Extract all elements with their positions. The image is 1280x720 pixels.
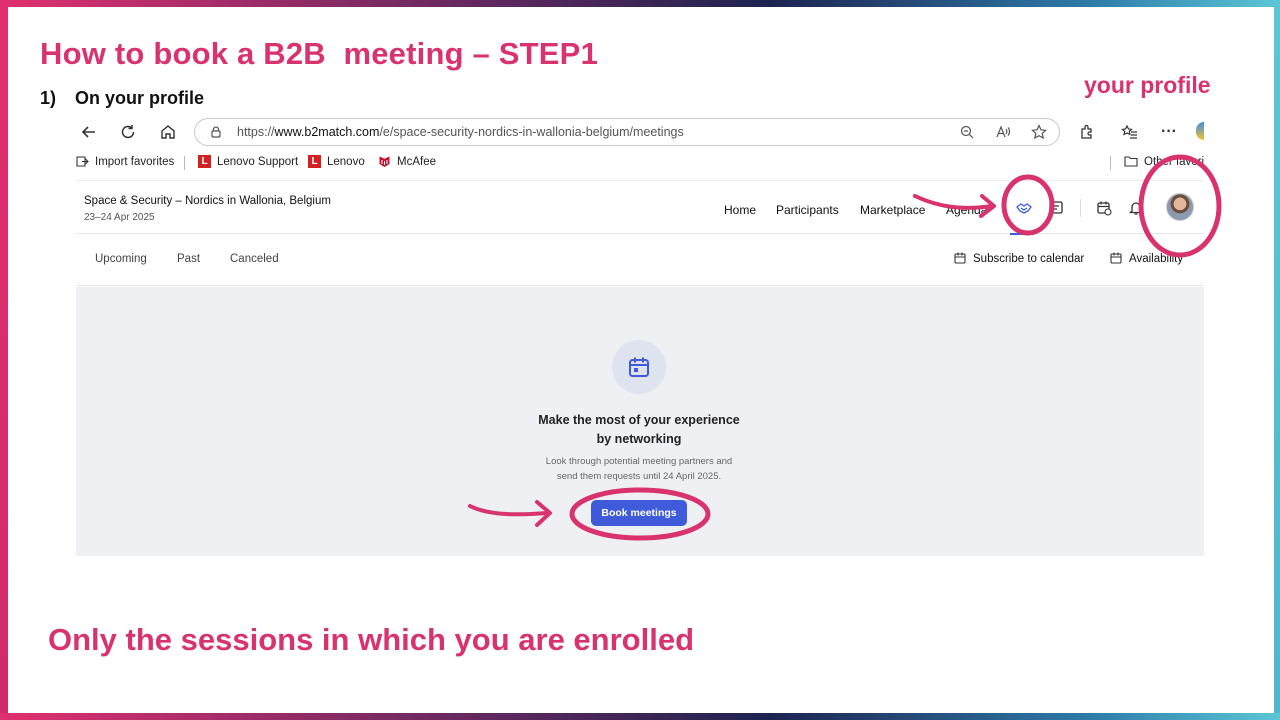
- folder-icon: [1124, 156, 1138, 167]
- slide-frame-left: [0, 0, 8, 720]
- collections-icon[interactable]: [1119, 121, 1141, 143]
- copilot-icon[interactable]: [1196, 122, 1204, 140]
- slide-frame-top: [0, 0, 1280, 7]
- favorite-star-icon[interactable]: [1031, 124, 1047, 145]
- import-icon: [76, 156, 89, 167]
- url-text[interactable]: https://www.b2match.com/e/space-security…: [237, 125, 684, 139]
- address-row: https://www.b2match.com/e/space-security…: [76, 116, 1204, 148]
- more-icon[interactable]: ···: [1158, 121, 1180, 143]
- extensions-icon[interactable]: [1076, 121, 1098, 143]
- meetings-handshake-icon[interactable]: [1014, 198, 1034, 218]
- tab-upcoming[interactable]: Upcoming: [95, 253, 147, 265]
- profile-callout: your profile: [1084, 72, 1211, 98]
- browser-screenshot: https://www.b2match.com/e/space-security…: [76, 116, 1204, 556]
- favorite-lenovo[interactable]: L Lenovo: [308, 155, 365, 168]
- empty-state-subtitle: Look through potential meeting partners …: [545, 456, 733, 482]
- nav-home[interactable]: Home: [724, 203, 756, 217]
- tab-canceled[interactable]: Canceled: [230, 253, 279, 265]
- calendar-icon: [1110, 252, 1122, 264]
- subscribe-to-calendar-link[interactable]: Subscribe to calendar: [954, 252, 1084, 265]
- nav-marketplace[interactable]: Marketplace: [860, 203, 925, 217]
- slide-title: How to book a B2B meeting – STEP1: [40, 36, 599, 71]
- calendar-sync-icon: [954, 252, 966, 264]
- home-icon[interactable]: [157, 121, 179, 143]
- step-heading: 1) On your profile: [40, 88, 204, 109]
- divider: [184, 156, 185, 170]
- back-icon[interactable]: [78, 121, 100, 143]
- divider: [1110, 156, 1111, 170]
- event-title[interactable]: Space & Security – Nordics in Wallonia, …: [84, 195, 331, 207]
- avatar[interactable]: [1166, 193, 1194, 221]
- favorite-import[interactable]: Import favorites: [76, 155, 174, 168]
- book-meetings-button[interactable]: Book meetings: [591, 500, 687, 526]
- refresh-icon[interactable]: [117, 121, 139, 143]
- read-aloud-icon[interactable]: [995, 124, 1011, 145]
- nav-participants[interactable]: Participants: [776, 203, 839, 217]
- calendar-clock-icon[interactable]: [1094, 198, 1114, 218]
- meetings-tabs-row: Upcoming Past Canceled Subscribe to cale…: [76, 234, 1204, 286]
- empty-state-panel: Make the most of your experience by netw…: [76, 287, 1204, 556]
- bottom-note: Only the sessions in which you are enrol…: [48, 622, 695, 657]
- messages-icon[interactable]: [1046, 198, 1066, 218]
- lock-icon[interactable]: [209, 125, 223, 144]
- step-number: 1): [40, 88, 57, 108]
- mcafee-icon: [379, 156, 390, 167]
- divider: [1080, 199, 1081, 217]
- slide-frame-bottom: [0, 713, 1280, 720]
- event-date: 23–24 Apr 2025: [84, 212, 155, 223]
- favorite-other[interactable]: Other favorit: [1124, 155, 1204, 168]
- notification-bell-icon[interactable]: [1126, 198, 1146, 218]
- url-bar[interactable]: https://www.b2match.com/e/space-security…: [194, 118, 1060, 146]
- lenovo-icon: L: [308, 155, 321, 168]
- lenovo-icon: L: [198, 155, 211, 168]
- availability-link[interactable]: Availability: [1110, 252, 1183, 265]
- step-text: On your profile: [75, 88, 205, 108]
- favorites-bar: Import favorites L Lenovo Support L Leno…: [76, 152, 1204, 174]
- site-header: Space & Security – Nordics in Wallonia, …: [76, 180, 1204, 235]
- empty-state-title: Make the most of your experience by netw…: [538, 413, 740, 446]
- favorite-lenovo-support[interactable]: L Lenovo Support: [198, 155, 298, 168]
- zoom-icon[interactable]: [959, 124, 975, 145]
- favorite-mcafee[interactable]: McAfee: [378, 155, 436, 168]
- nav-agenda[interactable]: Agenda: [946, 203, 987, 217]
- calendar-icon: [612, 340, 666, 394]
- slide-frame-right: [1274, 0, 1280, 720]
- tab-past[interactable]: Past: [177, 253, 200, 265]
